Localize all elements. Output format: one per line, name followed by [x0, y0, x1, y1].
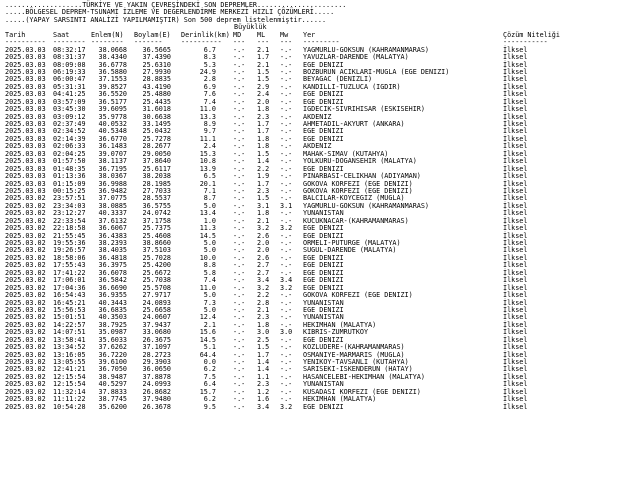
- cell-date: 2025.03.02: [5, 402, 46, 411]
- cell-longitude: 26.3678: [142, 402, 171, 411]
- cell-depth: 9.5: [203, 402, 216, 411]
- table-row: 2025.03.02 10:54:28 35.6200 26.3678 9.5 -.- 3.…: [5, 402, 637, 411]
- header-note: .....(YAPAY SARSINTI ANALİZİ YAPILMAMIŞT…: [5, 15, 327, 24]
- cell-location: EGE DENIZI: [303, 402, 344, 411]
- cell-latitude: 35.6200: [98, 402, 127, 411]
- cell-mw: 3.2: [280, 402, 293, 411]
- earthquake-rows: 2025.03.03 08:32:17 38.0668 36.5665 6.7 -.- 2.…: [5, 46, 637, 411]
- cell-ml: 3.4: [257, 402, 270, 411]
- cell-solution: İlksel: [503, 402, 528, 411]
- cell-md: -.-: [233, 402, 246, 411]
- header-note-line: .....(YAPAY SARSINTI ANALİZİ YAPILMAMIŞT…: [5, 15, 637, 24]
- cell-time: 10:54:28: [53, 402, 86, 411]
- earthquake-list-document: ...................TÜRKİYE VE YAKIN ÇEVR…: [5, 1, 637, 411]
